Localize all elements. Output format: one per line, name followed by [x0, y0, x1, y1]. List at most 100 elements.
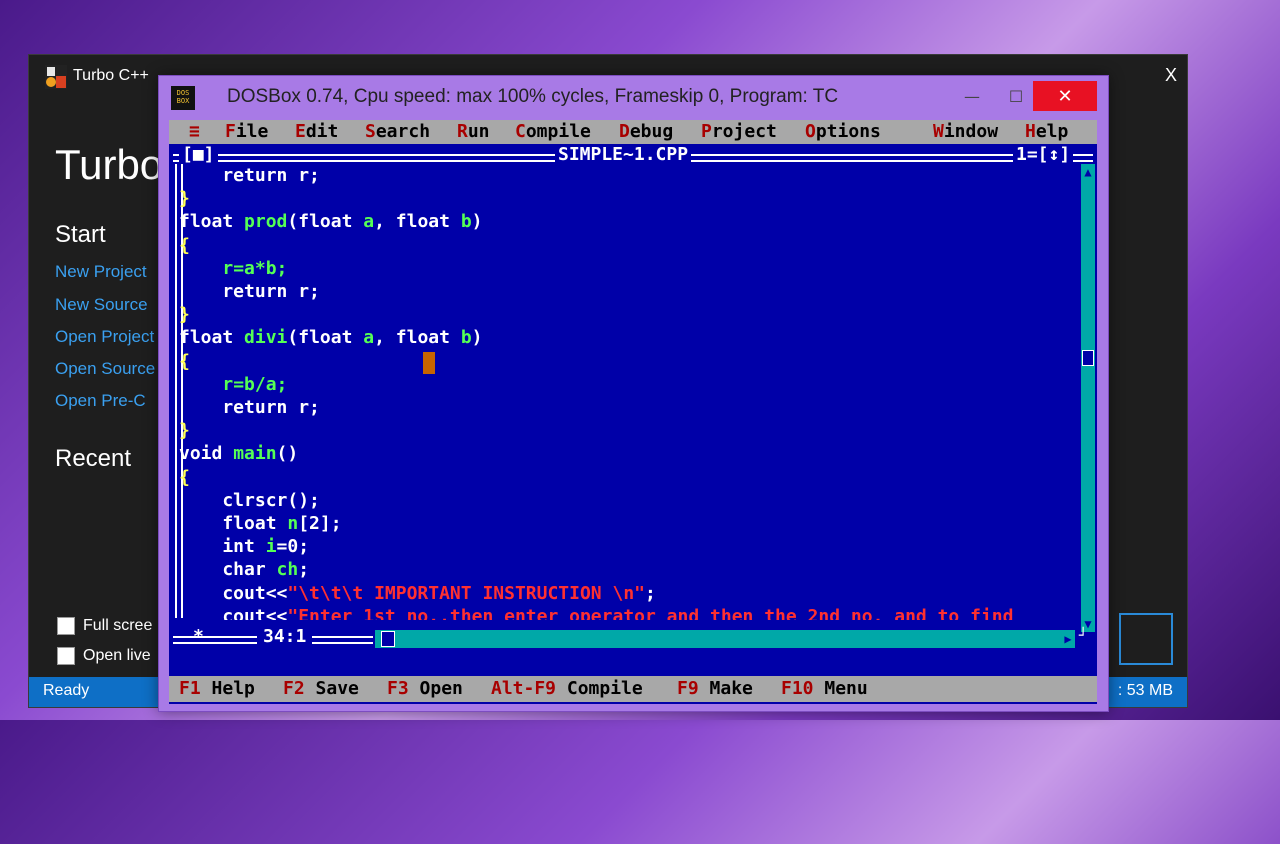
- open-project-link[interactable]: Open Project: [55, 327, 154, 347]
- code-line[interactable]: int i=0;: [179, 535, 309, 558]
- code-token: }: [179, 420, 190, 442]
- code-line[interactable]: r=b/a;: [179, 373, 287, 396]
- dosbox-titlebar[interactable]: DOS BOX DOSBox 0.74, Cpu speed: max 100%…: [159, 76, 1108, 122]
- code-token: ,: [374, 327, 396, 349]
- code-token: int: [179, 536, 266, 558]
- menu-debug[interactable]: Debug: [619, 121, 673, 142]
- code-editor-area[interactable]: return r;} float prod(float a, float b){ …: [179, 164, 1079, 620]
- code-token: (: [287, 211, 299, 233]
- code-token: float: [179, 327, 245, 349]
- code-line[interactable]: cout<<"Enter 1st no.,then enter operator…: [179, 605, 1013, 620]
- code-line[interactable]: {: [179, 350, 190, 373]
- code-token: clrscr();: [179, 489, 320, 511]
- menu-edit[interactable]: Edit: [295, 121, 338, 142]
- code-token: =0;: [276, 536, 310, 558]
- new-project-link[interactable]: New Project: [55, 262, 147, 282]
- turbo-cpp-ide-screen[interactable]: ≡ File Edit Search Run Compile Debug Pro…: [169, 120, 1097, 704]
- code-token: }: [179, 304, 190, 326]
- code-token: ): [471, 211, 483, 233]
- code-line[interactable]: char ch;: [179, 558, 309, 581]
- code-token: prod: [244, 211, 288, 233]
- horizontal-scroll-thumb[interactable]: [381, 631, 395, 647]
- code-token: cout<<: [179, 582, 288, 604]
- dosbox-window: DOS BOX DOSBox 0.74, Cpu speed: max 100%…: [158, 75, 1109, 712]
- horizontal-scrollbar[interactable]: ▶: [375, 630, 1075, 648]
- window-close-box[interactable]: [■]: [179, 144, 218, 165]
- open-source-link[interactable]: Open Source: [55, 359, 155, 379]
- close-button[interactable]: ✕: [1033, 81, 1097, 111]
- fullscreen-checkbox[interactable]: Full scree: [57, 617, 152, 635]
- code-token: ,: [374, 211, 396, 233]
- code-token: divi: [244, 327, 288, 349]
- code-line[interactable]: }: [179, 303, 190, 326]
- code-line[interactable]: r=a*b;: [179, 257, 287, 280]
- f10-menu-hint[interactable]: F10 Menu: [781, 678, 868, 699]
- minimize-button[interactable]: —: [949, 81, 995, 111]
- menu-compile[interactable]: Compile: [515, 121, 591, 142]
- new-source-link[interactable]: New Source: [55, 295, 148, 315]
- system-menu[interactable]: ≡: [189, 121, 200, 142]
- checkbox-box[interactable]: [57, 617, 75, 635]
- code-token: (: [287, 327, 299, 349]
- code-token: main: [233, 443, 277, 465]
- vertical-scroll-thumb[interactable]: [1082, 350, 1094, 366]
- alt-f9-compile-hint[interactable]: Alt-F9 Compile: [491, 678, 643, 699]
- window-number-zoom[interactable]: 1=[↕]: [1013, 144, 1074, 165]
- checkbox-box[interactable]: [57, 647, 75, 665]
- code-line[interactable]: return r;: [179, 164, 320, 187]
- scroll-right-arrow-icon[interactable]: ▶: [1061, 630, 1075, 648]
- code-line[interactable]: }: [179, 419, 190, 442]
- code-token: float: [179, 513, 288, 534]
- menu-help[interactable]: Help: [1025, 121, 1068, 142]
- turbo-cpp-app-icon: [45, 65, 67, 89]
- code-line[interactable]: float divi(float a, float b): [179, 326, 483, 349]
- code-line[interactable]: return r;: [179, 396, 320, 419]
- code-token: {: [179, 466, 190, 488]
- code-token: i: [265, 536, 277, 558]
- code-line[interactable]: void main(): [179, 442, 298, 465]
- code-line[interactable]: float n[2];: [179, 512, 342, 535]
- code-line[interactable]: return r;: [179, 280, 320, 303]
- open-pre-compiled-link[interactable]: Open Pre-C: [55, 391, 146, 411]
- menu-run[interactable]: Run: [457, 121, 490, 142]
- start-section-title: Start: [55, 221, 106, 248]
- open-live-checkbox[interactable]: Open live: [57, 647, 151, 665]
- status-ready-text: Ready: [43, 682, 90, 699]
- code-token: ;: [298, 559, 310, 581]
- f9-make-hint[interactable]: F9 Make: [677, 678, 753, 699]
- menu-project[interactable]: Project: [701, 121, 777, 142]
- dosbox-icon: DOS BOX: [171, 86, 195, 110]
- code-token: "\t\t\t IMPORTANT INSTRUCTION \n": [287, 582, 645, 604]
- code-token: b: [460, 211, 472, 233]
- code-line[interactable]: float prod(float a, float b): [179, 210, 483, 233]
- menu-search[interactable]: Search: [365, 121, 430, 142]
- f3-open-hint[interactable]: F3 Open: [387, 678, 463, 699]
- menu-options[interactable]: Options: [805, 121, 881, 142]
- scroll-up-arrow-icon[interactable]: ▲: [1081, 164, 1095, 180]
- code-line[interactable]: {: [179, 466, 190, 489]
- code-token: a: [363, 211, 375, 233]
- resize-corner-icon[interactable]: ┘: [1079, 628, 1095, 648]
- launcher-action-button[interactable]: [1119, 613, 1173, 665]
- code-line[interactable]: clrscr();: [179, 489, 320, 512]
- launcher-close-button[interactable]: X: [1165, 65, 1177, 86]
- menu-file[interactable]: File: [225, 121, 268, 142]
- vertical-scrollbar[interactable]: ▲ ▼: [1081, 164, 1095, 632]
- f1-help-hint[interactable]: F1 Help: [179, 678, 255, 699]
- f2-save-hint[interactable]: F2 Save: [283, 678, 359, 699]
- code-token: a: [363, 327, 375, 349]
- code-token: float: [179, 211, 245, 233]
- recent-section-title: Recent: [55, 445, 132, 472]
- code-line[interactable]: {: [179, 234, 190, 257]
- code-token: ch: [276, 559, 299, 581]
- code-token: void: [179, 443, 234, 465]
- code-line[interactable]: cout<<"\t\t\t IMPORTANT INSTRUCTION \n";: [179, 582, 656, 605]
- code-line[interactable]: }: [179, 187, 190, 210]
- code-token: ): [471, 327, 483, 349]
- code-token: {: [179, 234, 190, 256]
- open-live-label: Open live: [83, 647, 151, 664]
- code-token: float: [395, 211, 461, 233]
- code-token: return r;: [179, 165, 320, 186]
- code-token: [2];: [298, 513, 342, 534]
- menu-window[interactable]: Window: [933, 121, 998, 142]
